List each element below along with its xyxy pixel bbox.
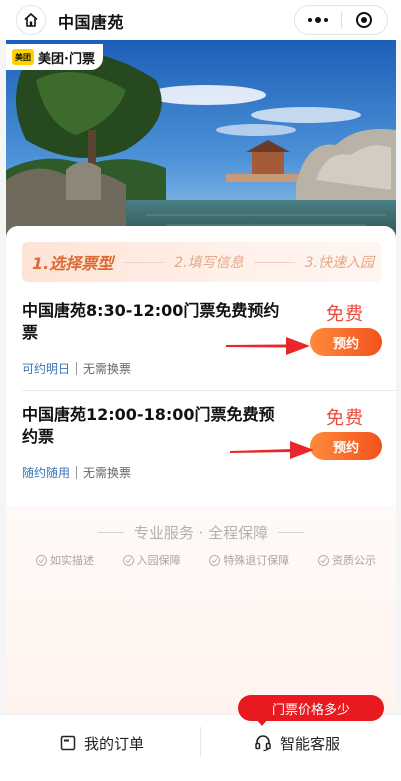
ticket-item[interactable]: 中国唐苑12:00-18:00门票免费预约票 免费 预约 随约随用 无需换票 [6,400,396,494]
tag-book-anytime: 随约随用 [22,466,71,480]
more-dot-icon [323,18,328,22]
ticket-tags: 可约明日 无需换票 [22,360,131,377]
home-icon [24,13,38,27]
smart-service-button[interactable]: 智能客服 [254,729,340,757]
red-arrow-icon [226,337,310,355]
banner-image [6,40,396,240]
tag-divider [76,466,78,479]
step-enter-park: 3.快速入园 [304,255,374,271]
page-title: 中国唐苑 [58,13,125,32]
order-icon [60,735,76,751]
guarantee-item: 入园保障 [122,552,181,568]
guarantee-item: 如实描述 [36,552,94,568]
more-dot-icon [314,17,321,23]
close-miniprogram-button[interactable] [341,6,387,34]
step-select-ticket: 1.选择票型 [32,254,114,273]
check-icon [209,554,221,566]
home-button[interactable] [16,5,46,35]
guarantee-label: 如实描述 [50,554,94,567]
check-icon [317,554,329,566]
guarantee-item: 特殊退订保障 [209,552,289,568]
bottom-bar: 我的订单 智能客服 [0,714,401,781]
my-orders-button[interactable]: 我的订单 [60,729,144,757]
guarantee-label: 入园保障 [136,554,181,567]
step-connector [253,261,295,263]
guarantee-item: 资质公示 [317,552,376,568]
target-close-icon [356,12,373,28]
step-connector [123,261,165,263]
ticket-divider [22,390,396,391]
guarantee-title: 专业服务 · 全程保障 [133,524,269,542]
bottom-divider [200,727,201,757]
booking-steps: 1.选择票型 2.填写信息 3.快速入园 [22,242,382,282]
tag-no-exchange: 无需换票 [83,466,132,480]
more-button[interactable] [295,6,341,34]
meituan-brand-tag: 美团 美团·门票 [6,44,103,70]
reserve-button[interactable]: 预约 [310,432,382,460]
step-fill-info: 2.填写信息 [174,255,244,271]
red-arrow-icon [230,441,314,459]
heading-line [278,532,305,533]
guarantee-label: 特殊退订保障 [223,554,290,567]
ticket-card: 1.选择票型 2.填写信息 3.快速入园 中国唐苑8:30-12:00门票免费预… [6,226,396,714]
check-icon [122,554,134,566]
ticket-tags: 随约随用 无需换票 [22,464,131,481]
ticket-item[interactable]: 中国唐苑8:30-12:00门票免费预约票 免费 预约 可约明日 无需换票 [6,296,396,390]
ticket-price: 免费 [326,408,364,429]
tag-no-exchange: 无需换票 [83,362,132,376]
guarantee-label: 资质公示 [331,554,376,567]
navigation-bar: 中国唐苑 [0,0,401,40]
my-orders-label: 我的订单 [84,734,145,753]
miniprogram-capsule [294,5,388,35]
quick-question-bubble[interactable]: 门票价格多少 [238,695,384,721]
reserve-button[interactable]: 预约 [310,328,382,356]
tag-divider [76,362,78,375]
headset-icon [255,735,271,752]
heading-line [97,532,124,533]
meituan-logo: 美团 [12,49,34,65]
check-icon [36,554,47,566]
smart-service-label: 智能客服 [280,734,341,753]
brand-name: 美团·门票 [38,51,95,67]
guarantee-list: 如实描述 入园保障 特殊退订保障 资质公示 [36,552,376,568]
guarantee-heading: 专业服务 · 全程保障 [6,522,396,543]
more-dot-icon [307,18,312,22]
bubble-tail [256,719,268,726]
tag-book-tomorrow: 可约明日 [22,362,71,376]
ticket-price: 免费 [326,304,364,325]
